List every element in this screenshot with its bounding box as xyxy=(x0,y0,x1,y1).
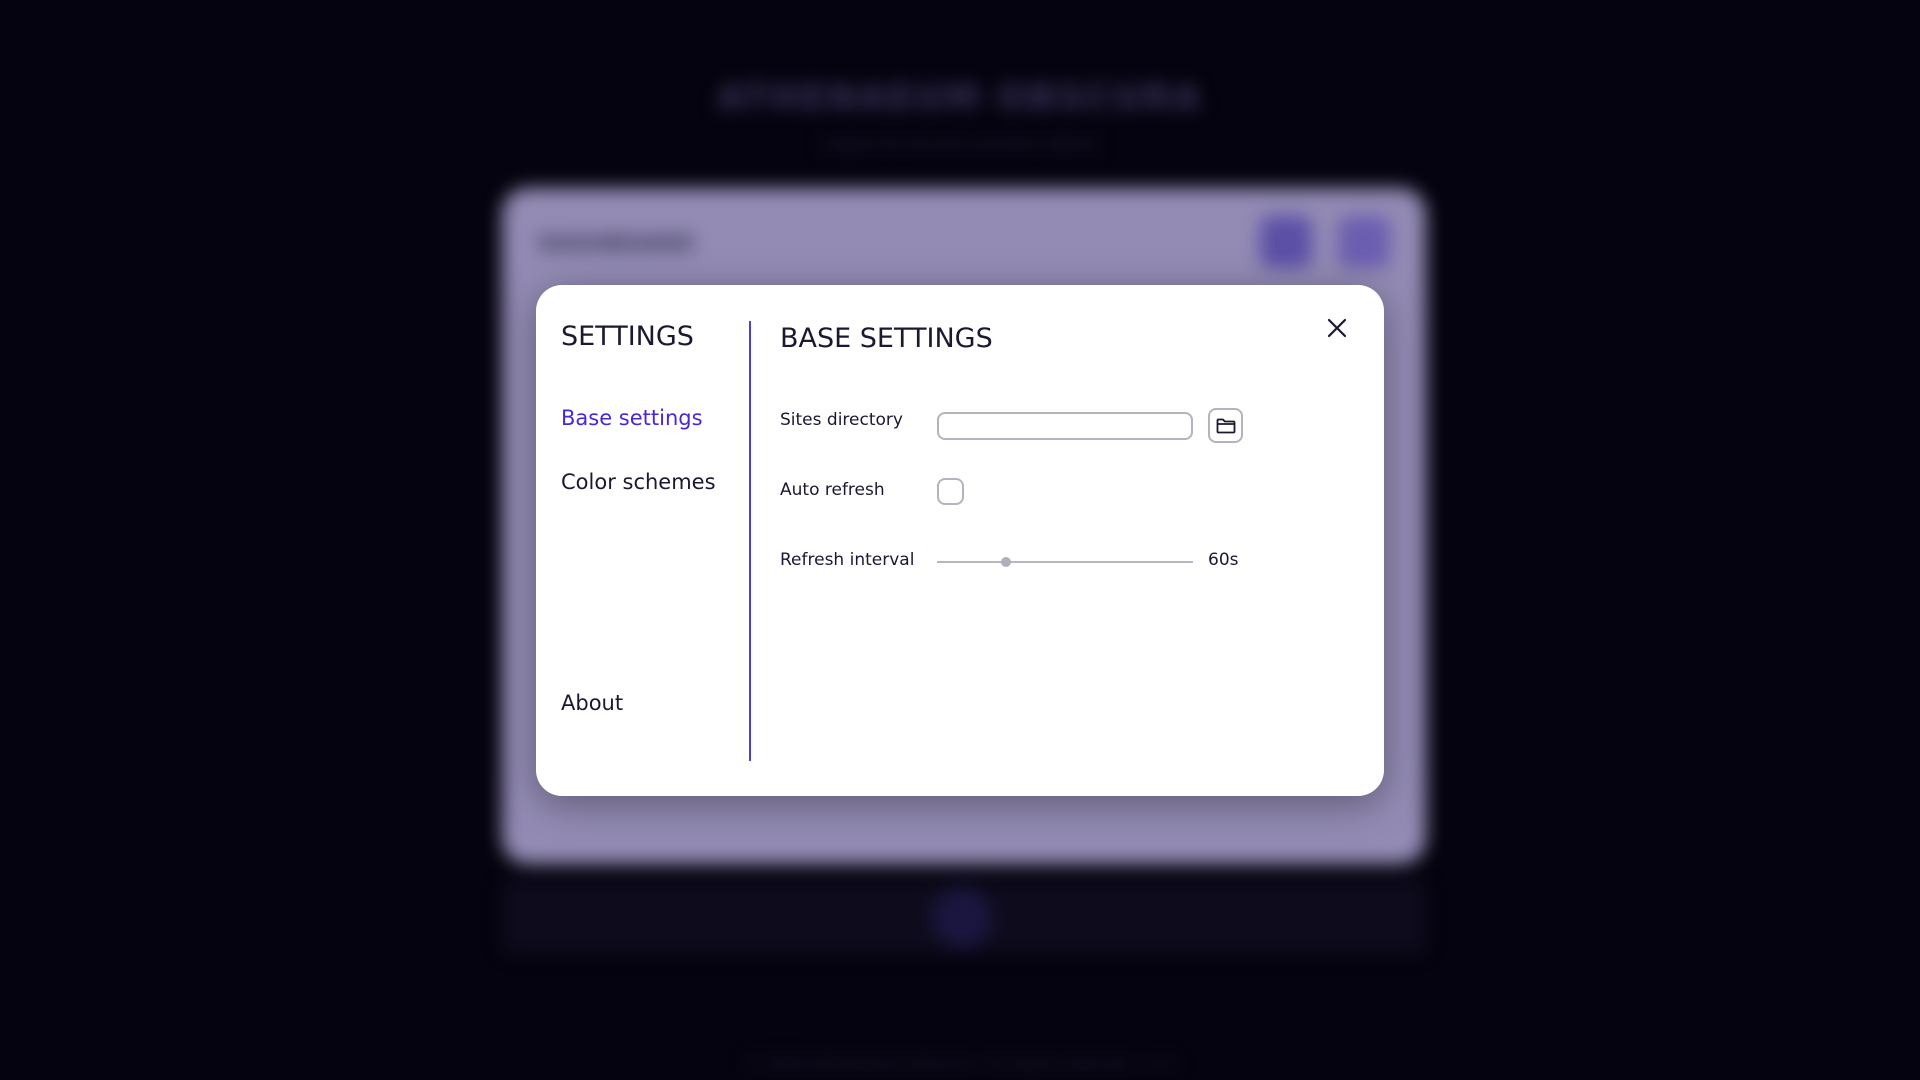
slider-thumb[interactable] xyxy=(1001,557,1012,567)
app-title: ATHENAEUM OBSCURA xyxy=(717,78,1203,118)
sidebar-item-base-settings[interactable]: Base settings xyxy=(561,406,703,430)
auto-refresh-label: Auto refresh xyxy=(780,480,885,500)
card-title: DASHBOARD xyxy=(538,232,695,257)
app-subtitle: a place for all your ancient codices xyxy=(820,134,1100,153)
refresh-interval-slider[interactable] xyxy=(937,557,1193,567)
card-action-button xyxy=(1260,216,1312,268)
sidebar-item-about[interactable]: About xyxy=(561,691,623,715)
sites-directory-input[interactable] xyxy=(937,412,1193,440)
folder-icon xyxy=(1216,418,1235,433)
refresh-interval-value: 60s xyxy=(1208,550,1239,570)
sidebar-title: SETTINGS xyxy=(561,321,694,352)
sidebar-divider xyxy=(749,321,751,761)
refresh-interval-label: Refresh interval xyxy=(780,550,915,570)
settings-content: BASE SETTINGS Sites directory Auto refre… xyxy=(780,321,1360,761)
settings-sidebar: SETTINGS Base settings Color schemes Abo… xyxy=(561,321,751,761)
sidebar-item-color-schemes[interactable]: Color schemes xyxy=(561,470,716,494)
footer-action-button xyxy=(932,888,992,948)
settings-modal: SETTINGS Base settings Color schemes Abo… xyxy=(536,285,1384,796)
sites-directory-label: Sites directory xyxy=(780,410,903,430)
footer-copyright: © 2024 Athenaeum Obscura. All rights res… xyxy=(743,1054,1177,1073)
page-title: BASE SETTINGS xyxy=(780,323,993,354)
auto-refresh-checkbox[interactable] xyxy=(937,478,964,505)
card-settings-button xyxy=(1338,216,1390,268)
browse-folder-button[interactable] xyxy=(1208,408,1243,443)
